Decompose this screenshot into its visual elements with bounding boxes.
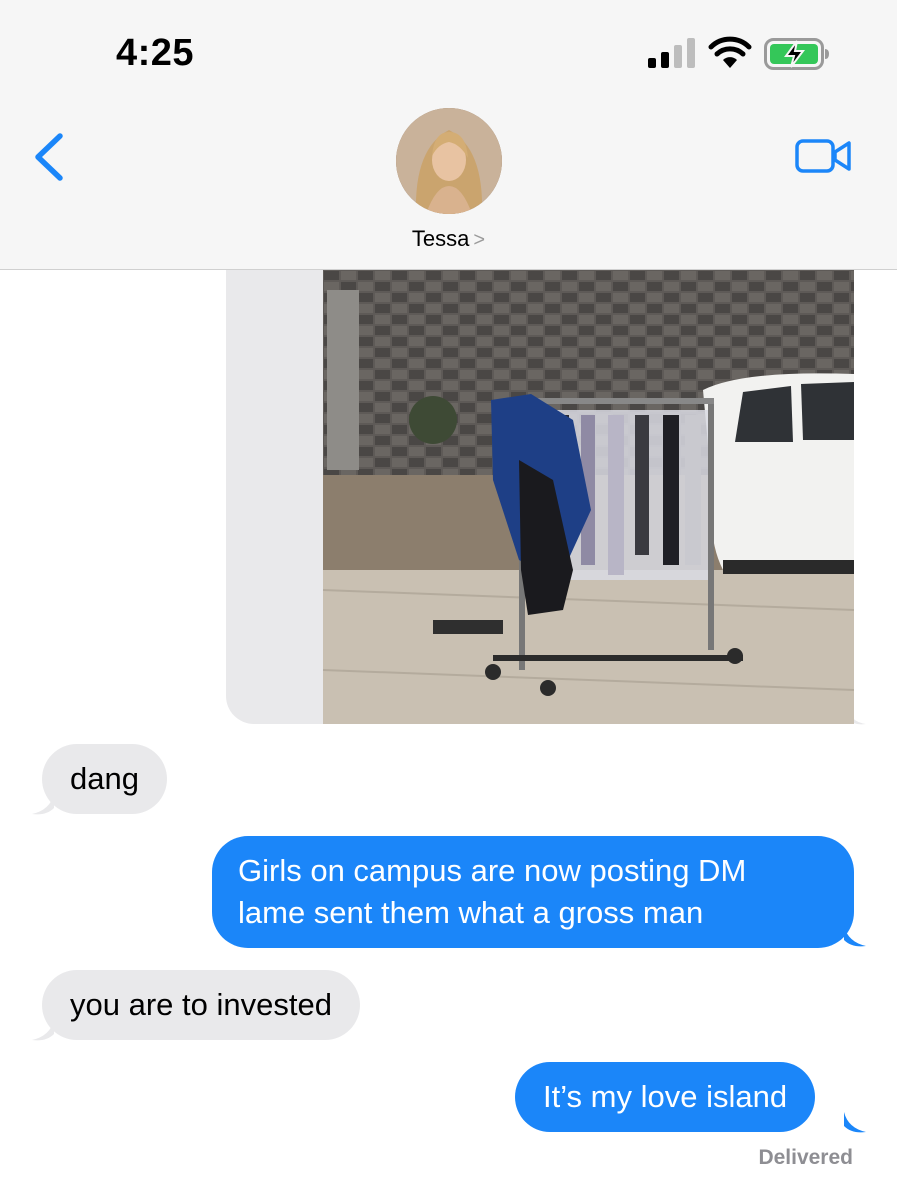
delivery-status: Delivered	[758, 1146, 853, 1169]
facetime-video-button[interactable]	[794, 136, 854, 176]
contact-name-row: Tessa >	[0, 226, 897, 252]
cellular-signal-icon	[648, 38, 695, 68]
wifi-icon	[708, 36, 752, 68]
contact-name: Tessa	[411, 226, 470, 251]
chevron-right-icon: >	[473, 229, 486, 251]
contact-avatar[interactable]	[396, 108, 502, 214]
avatar-photo	[396, 108, 502, 214]
incoming-message[interactable]: you are to invested	[42, 970, 360, 1040]
message-text: dang	[70, 761, 139, 796]
outgoing-message[interactable]: It’s my love island	[515, 1062, 816, 1132]
bubble-tail	[32, 1020, 54, 1041]
message-text: It’s my love island	[543, 1079, 788, 1114]
message-text: you are to invested	[70, 987, 332, 1022]
bubble-tail	[32, 794, 54, 815]
incoming-message[interactable]: dang	[42, 744, 167, 814]
status-time: 4:25	[116, 32, 195, 74]
message-text-line: lame sent them what a gross man	[238, 895, 704, 930]
battery-charging-icon	[764, 38, 829, 70]
clothing-rack-photo	[323, 270, 854, 724]
bubble-tail	[844, 1112, 866, 1133]
attached-photo[interactable]	[323, 270, 854, 724]
bubble-tail	[844, 926, 866, 947]
navigation-header: 4:25 Tessa >	[0, 0, 897, 270]
contact-details-button[interactable]: Tessa >	[412, 226, 485, 252]
message-text-line: Girls on campus are now posting DM	[238, 853, 747, 888]
outgoing-message[interactable]: Girls on campus are now posting DM lame …	[212, 836, 854, 948]
back-button[interactable]	[30, 130, 70, 184]
